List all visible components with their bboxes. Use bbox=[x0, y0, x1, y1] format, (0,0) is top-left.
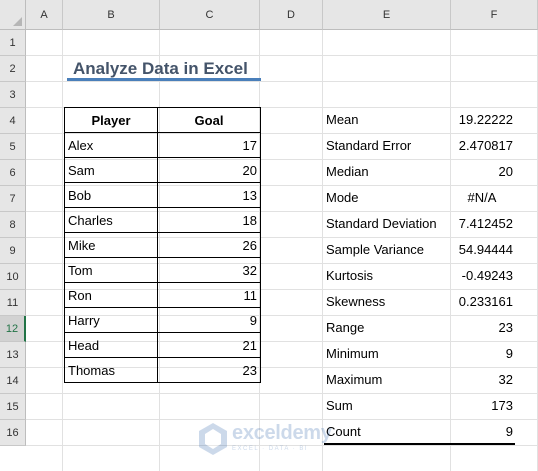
column-header-a[interactable]: A bbox=[26, 0, 63, 30]
stat-value[interactable]: 54.94444 bbox=[450, 237, 514, 263]
goal-cell[interactable]: 32 bbox=[157, 257, 261, 283]
stat-label[interactable]: Mean bbox=[326, 107, 450, 133]
row-header-11[interactable]: 11 bbox=[0, 290, 26, 316]
row-header-14[interactable]: 14 bbox=[0, 368, 26, 394]
player-cell[interactable]: Bob bbox=[64, 182, 158, 208]
table-row: Harry 9 bbox=[64, 307, 261, 333]
stat-value[interactable]: 7.412452 bbox=[450, 211, 514, 237]
player-goal-table: Player Goal Alex 17 Sam 20 Bob 13 Charles 18 Mik… bbox=[64, 107, 261, 383]
row-header-12[interactable]: 12 bbox=[0, 316, 26, 342]
stat-label[interactable]: Mode bbox=[326, 185, 450, 211]
goal-cell[interactable]: 13 bbox=[157, 182, 261, 208]
stat-label[interactable]: Range bbox=[326, 315, 450, 341]
stat-value[interactable]: 23 bbox=[450, 315, 514, 341]
player-cell[interactable]: Tom bbox=[64, 257, 158, 283]
column-header-f[interactable]: F bbox=[451, 0, 538, 30]
exceldemy-watermark: exceldemy EXCEL · DATA · BI bbox=[196, 418, 346, 458]
stat-label[interactable]: Minimum bbox=[326, 341, 450, 367]
gridline-col bbox=[62, 30, 63, 471]
row-header-5[interactable]: 5 bbox=[0, 134, 26, 160]
header-player[interactable]: Player bbox=[64, 107, 158, 133]
select-all-corner[interactable] bbox=[0, 0, 26, 30]
table-row: Alex 17 bbox=[64, 132, 261, 158]
player-cell[interactable]: Mike bbox=[64, 232, 158, 258]
stat-value[interactable]: 2.470817 bbox=[450, 133, 514, 159]
gridline-row bbox=[26, 81, 538, 82]
goal-cell[interactable]: 26 bbox=[157, 232, 261, 258]
count-bottom-border bbox=[324, 443, 515, 445]
header-goal[interactable]: Goal bbox=[157, 107, 261, 133]
stat-label[interactable]: Kurtosis bbox=[326, 263, 450, 289]
stat-value[interactable]: #N/A bbox=[450, 185, 514, 211]
column-header-e[interactable]: E bbox=[323, 0, 451, 30]
row-header-16[interactable]: 16 bbox=[0, 420, 26, 446]
table-row: Charles 18 bbox=[64, 207, 261, 233]
stat-label[interactable]: Sum bbox=[326, 393, 450, 419]
watermark-tagline: EXCEL · DATA · BI bbox=[232, 446, 309, 452]
table-row: Ron 11 bbox=[64, 282, 261, 308]
title-underline bbox=[67, 78, 261, 81]
table-header-row: Player Goal bbox=[64, 107, 261, 133]
row-header-8[interactable]: 8 bbox=[0, 212, 26, 238]
player-cell[interactable]: Alex bbox=[64, 132, 158, 158]
row-header-1[interactable]: 1 bbox=[0, 30, 26, 56]
table-row: Mike 26 bbox=[64, 232, 261, 258]
table-row: Sam 20 bbox=[64, 157, 261, 183]
stat-value[interactable]: 173 bbox=[450, 393, 514, 419]
player-cell[interactable]: Thomas bbox=[64, 357, 158, 383]
player-cell[interactable]: Charles bbox=[64, 207, 158, 233]
stat-value[interactable]: 19.22222 bbox=[450, 107, 514, 133]
player-cell[interactable]: Ron bbox=[64, 282, 158, 308]
gridline-row bbox=[26, 55, 538, 56]
column-header-c[interactable]: C bbox=[160, 0, 260, 30]
player-cell[interactable]: Head bbox=[64, 332, 158, 358]
stat-label[interactable]: Median bbox=[326, 159, 450, 185]
player-cell[interactable]: Sam bbox=[64, 157, 158, 183]
stat-label[interactable]: Maximum bbox=[326, 367, 450, 393]
table-row: Head 21 bbox=[64, 332, 261, 358]
column-header-b[interactable]: B bbox=[63, 0, 160, 30]
row-header-3[interactable]: 3 bbox=[0, 82, 26, 108]
goal-cell[interactable]: 20 bbox=[157, 157, 261, 183]
gridline-col bbox=[322, 30, 323, 471]
row-header-15[interactable]: 15 bbox=[0, 394, 26, 420]
stat-label[interactable]: Skewness bbox=[326, 289, 450, 315]
stat-value[interactable]: 9 bbox=[450, 341, 514, 367]
goal-cell[interactable]: 11 bbox=[157, 282, 261, 308]
row-header-9[interactable]: 9 bbox=[0, 238, 26, 264]
table-row: Bob 13 bbox=[64, 182, 261, 208]
row-header-7[interactable]: 7 bbox=[0, 186, 26, 212]
row-header-13[interactable]: 13 bbox=[0, 342, 26, 368]
column-header-d[interactable]: D bbox=[260, 0, 323, 30]
stat-value[interactable]: 9 bbox=[450, 419, 514, 445]
stat-label[interactable]: Standard Deviation bbox=[326, 211, 450, 237]
goal-cell[interactable]: 9 bbox=[157, 307, 261, 333]
row-header-4[interactable]: 4 bbox=[0, 108, 26, 134]
stat-value[interactable]: 0.233161 bbox=[450, 289, 514, 315]
table-row: Thomas 23 bbox=[64, 357, 261, 383]
goal-cell[interactable]: 21 bbox=[157, 332, 261, 358]
row-header-6[interactable]: 6 bbox=[0, 160, 26, 186]
goal-cell[interactable]: 17 bbox=[157, 132, 261, 158]
row-header-2[interactable]: 2 bbox=[0, 56, 26, 82]
stat-value[interactable]: 20 bbox=[450, 159, 514, 185]
row-header-10[interactable]: 10 bbox=[0, 264, 26, 290]
stat-value[interactable]: -0.49243 bbox=[450, 263, 514, 289]
table-row: Tom 32 bbox=[64, 257, 261, 283]
stat-label[interactable]: Sample Variance bbox=[326, 237, 450, 263]
goal-cell[interactable]: 23 bbox=[157, 357, 261, 383]
stat-value[interactable]: 32 bbox=[450, 367, 514, 393]
exceldemy-logo-icon bbox=[199, 423, 227, 455]
stat-label[interactable]: Standard Error bbox=[326, 133, 450, 159]
watermark-brand: exceldemy bbox=[232, 422, 332, 444]
player-cell[interactable]: Harry bbox=[64, 307, 158, 333]
goal-cell[interactable]: 18 bbox=[157, 207, 261, 233]
